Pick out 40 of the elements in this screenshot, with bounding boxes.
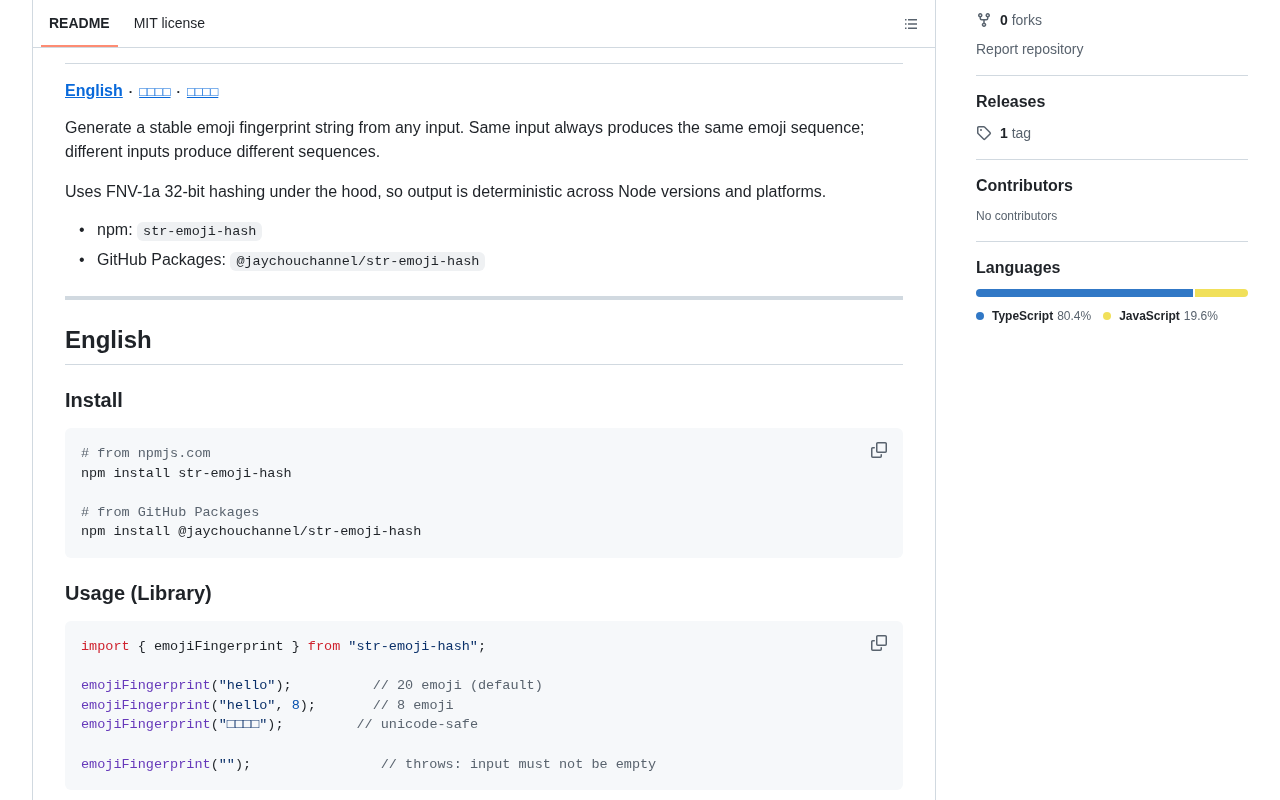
copy-icon[interactable] <box>869 632 889 653</box>
tag-icon <box>976 125 992 141</box>
code-line: emojiFingerprint("hello"); // 20 emoji (default) <box>81 677 543 696</box>
sidebar-heading: Languages <box>976 259 1062 277</box>
paragraph: Generate a stable emoji fingerprint string from any input. Same input always produces the same emoji sequence; different inputs produce different sequences. <box>65 118 866 162</box>
tags-link[interactable]: 1 tag <box>1000 125 1032 141</box>
inline-code: str-emoji-hash <box>137 222 263 241</box>
empty-note: No contributors <box>976 209 1059 223</box>
language-link[interactable]: □□□□ <box>186 84 219 99</box>
copy-icon[interactable] <box>869 440 889 460</box>
sidebar-heading: Releases <box>976 93 1047 111</box>
language-item[interactable]: JavaScript 19.6% <box>1103 309 1218 323</box>
bullet: • <box>79 250 86 270</box>
code-line: import { emojiFingerprint } from "str-emoji-hash"; <box>81 637 487 656</box>
code-line: npm install @jaychouchannel/str-emoji-hash <box>81 523 422 542</box>
language-link[interactable]: □□□□ <box>139 84 171 99</box>
sidebar-heading: Contributors <box>976 177 1074 195</box>
code-line: # from GitHub Packages <box>81 503 260 522</box>
list-label: GitHub Packages: <box>97 251 226 268</box>
language-link[interactable]: English <box>65 82 123 100</box>
forks-link[interactable]: 0 forks <box>1000 12 1043 28</box>
section-heading: English <box>65 326 903 365</box>
language-item[interactable]: TypeScript 80.4% <box>976 309 1092 323</box>
report-link[interactable]: Report repository <box>976 41 1248 57</box>
tab[interactable]: README <box>41 0 118 47</box>
separator-dot: · <box>176 84 181 99</box>
code-line: emojiFingerprint("□□□□"); // unicode-safe <box>81 716 478 735</box>
paragraph: Uses FNV-1a 32-bit hashing under the hood, so output is deterministic across Node versions and platforms. <box>65 182 828 202</box>
fork-icon <box>976 12 992 28</box>
code-line: emojiFingerprint(""); // throws: input must not be empty <box>81 755 657 774</box>
list-label: npm: <box>97 221 133 238</box>
bullet: • <box>79 220 86 240</box>
code-line: emojiFingerprint("hello", 8); // 8 emoji <box>81 696 454 715</box>
separator-dot: · <box>128 84 134 99</box>
code-line: npm install str-emoji-hash <box>81 464 292 483</box>
inline-code: @jaychouchannel/str-emoji-hash <box>230 252 486 271</box>
code-line: # from npmjs.com <box>81 445 211 463</box>
subsection-heading: Usage (Library) <box>65 581 213 605</box>
subsection-heading: Install <box>65 389 124 412</box>
tab[interactable]: MIT license <box>125 0 213 47</box>
